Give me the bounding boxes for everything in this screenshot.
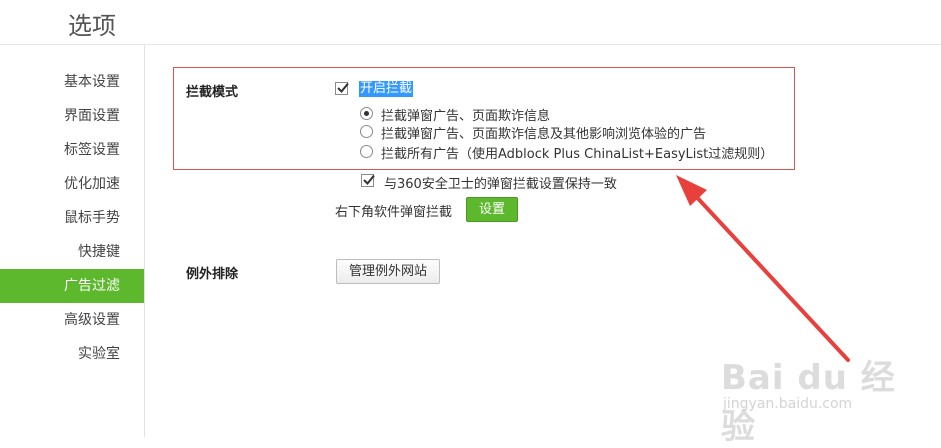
baidu-jingyan-watermark: Bai du 经验 jingyan.baidu.com [715,340,915,447]
watermark-url: jingyan.baidu.com [723,396,853,412]
arrow-shaft [690,190,850,362]
